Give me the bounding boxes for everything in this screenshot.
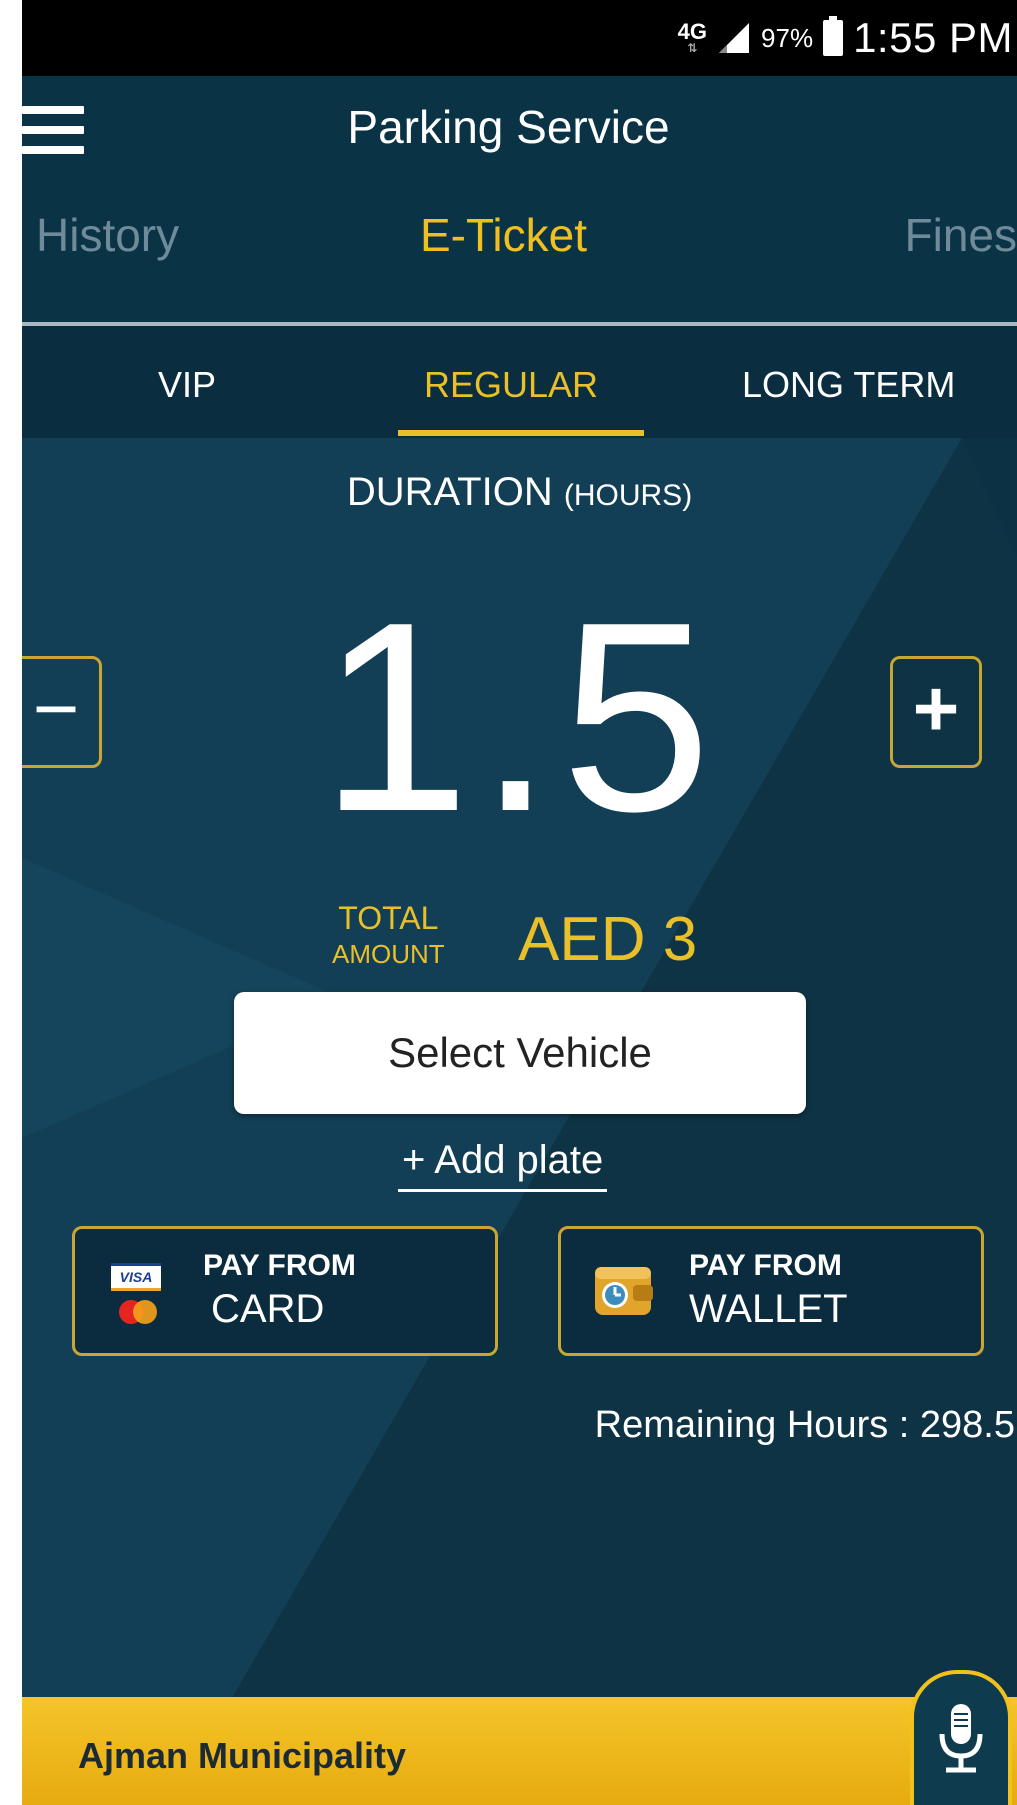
status-bar: 4G ⇅ 97% 1:55 PM	[22, 0, 1017, 76]
pay-from-wallet-button[interactable]: PAY FROM WALLET	[558, 1226, 984, 1356]
duration-unit-text: (HOURS)	[563, 479, 693, 512]
page-title: Parking Service	[347, 101, 670, 153]
app-bar: Parking Service History E-Ticket Fines	[22, 76, 1017, 326]
subtab-vip[interactable]: VIP	[158, 364, 216, 406]
clock: 1:55 PM	[853, 14, 1013, 61]
pay-wallet-line2: WALLET	[689, 1287, 848, 1331]
select-vehicle-button[interactable]: Select Vehicle	[234, 992, 806, 1114]
duration-label-text: DURATION	[346, 470, 553, 514]
ticket-form: DURATION (HOURS) − 1.5 + TOTAL AMOUNT AE…	[22, 438, 1017, 1805]
footer-label: Ajman Municipality	[78, 1735, 407, 1776]
subtab-long-term[interactable]: LONG TERM	[742, 364, 955, 406]
duration-label: DURATION (HOURS)	[22, 470, 1017, 515]
pay-card-line1: PAY FROM	[203, 1249, 356, 1282]
wallet-icon	[595, 1267, 653, 1315]
battery-icon	[823, 16, 844, 56]
total-amount-label: TOTAL AMOUNT	[332, 900, 445, 972]
pay-from-card-button[interactable]: VISA PAY FROM CARD	[72, 1226, 498, 1356]
pay-card-line2: CARD	[211, 1287, 325, 1331]
active-tab-indicator	[398, 430, 644, 436]
total-label-line1: TOTAL	[338, 900, 439, 936]
footer-bar: Ajman Municipality	[22, 1697, 1017, 1805]
ticket-type-tabs: VIP REGULAR LONG TERM	[22, 326, 1017, 438]
app-screen: 4G ⇅ 97% 1:55 PM Parking Service History…	[22, 0, 1017, 1805]
subtab-regular[interactable]: REGULAR	[424, 364, 598, 406]
visa-card-icon: VISA	[111, 1263, 161, 1291]
total-label-line2: AMOUNT	[332, 939, 445, 969]
add-plate-link[interactable]: + Add plate	[398, 1138, 608, 1192]
duration-value: 1.5	[319, 567, 720, 868]
increase-duration-button[interactable]: +	[890, 656, 982, 768]
remaining-hours: Remaining Hours : 298.5	[594, 1404, 1015, 1446]
network-indicator: 4G ⇅	[678, 21, 707, 55]
total-amount-value: AED 3	[518, 905, 698, 974]
tab-e-ticket[interactable]: E-Ticket	[420, 208, 587, 262]
microphone-icon	[939, 1704, 983, 1773]
tab-fines[interactable]: Fines	[905, 208, 1017, 262]
pay-wallet-line1: PAY FROM	[689, 1249, 842, 1282]
voice-assistant-button[interactable]	[910, 1670, 1012, 1805]
tab-history[interactable]: History	[36, 208, 179, 262]
mastercard-icon	[119, 1300, 157, 1324]
battery-percentage: 97%	[761, 22, 814, 53]
signal-icon	[719, 23, 750, 53]
